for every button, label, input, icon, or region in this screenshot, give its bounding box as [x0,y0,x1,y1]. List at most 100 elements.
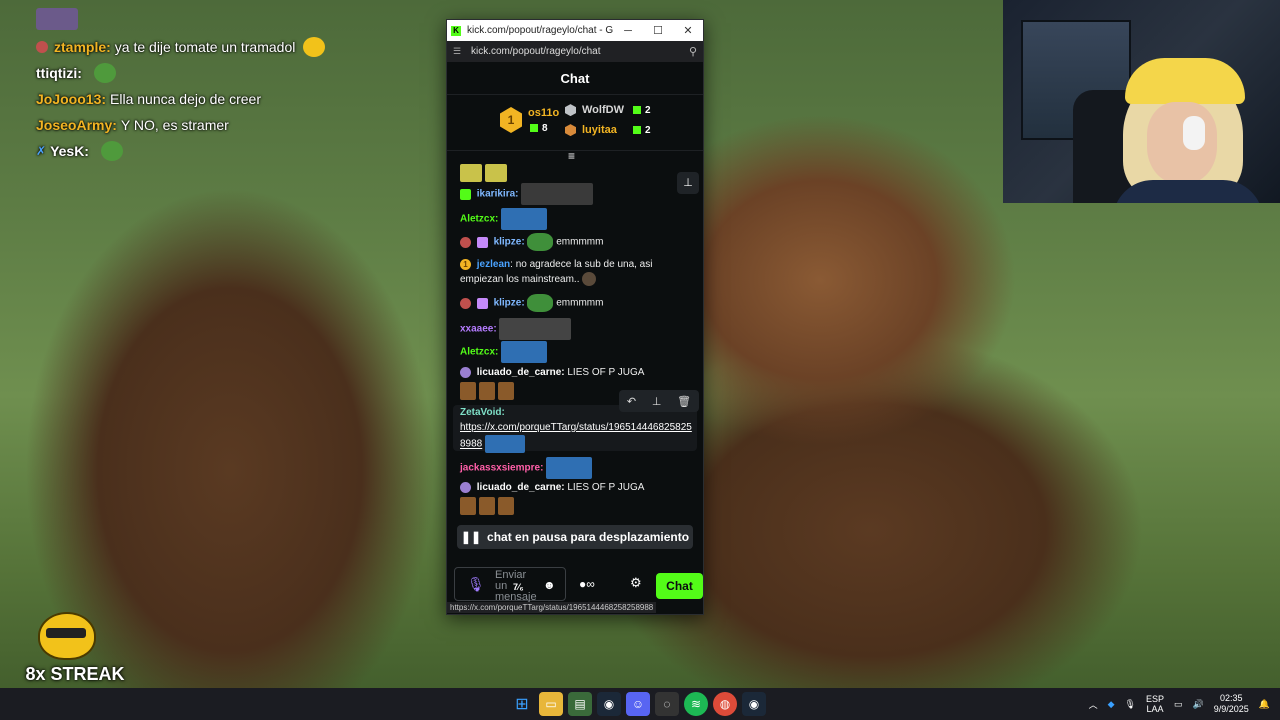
site-settings-icon[interactable]: ☰ [453,46,463,57]
overlay-username: YesK: [50,143,89,159]
chat-message: 1 jezlean: no agradece la sub de una, as… [460,257,692,287]
frog-emote-icon [527,294,554,312]
gift-icon [633,106,641,115]
streak-widget: 8x STREAK [20,612,130,685]
moderator-badge-icon [460,236,471,248]
chat-username[interactable]: licuado_de_carne: [477,482,565,493]
channel-points-icon[interactable]: ●∞ [579,577,595,591]
subscriber-badge-icon [476,236,488,248]
rank-badge-icon: 1 [500,107,522,133]
steam-icon[interactable]: ◉ [597,692,621,716]
file-explorer-icon[interactable]: ▭ [539,692,563,716]
silver-badge-icon [565,104,576,117]
emote-image [460,382,476,400]
chat-input[interactable]: 🎙 Enviar un mensaje 7⁄₆ ☻ [454,567,566,603]
leaderboard-top-count: 8 [530,123,548,134]
chat-text: emmmmm [556,236,604,248]
leaderboard-user[interactable]: luyitaa [565,124,617,137]
windows-start-icon[interactable]: ⊞ [510,692,534,716]
gift-leaderboard: 1 os11o 8 WolfDW 2 luyitaa 2 [447,95,703,151]
leaderboard-user[interactable]: WolfDW [565,104,624,117]
system-tray: ︿ ◆ 🎙 ESP LAA ▭ 🔊 02:35 9/9/2025 🔔 [1089,688,1270,720]
delete-icon[interactable]: 🗑 [677,395,691,408]
maximize-button[interactable]: ☐ [643,24,673,37]
chat-username[interactable]: xxaaee: [460,324,497,335]
zoom-icon[interactable]: ⚲ [689,45,697,58]
taskbar: ⊞ ▭ ▤ ◉ ☺ ◌ ≋ ◍ ◉ ︿ ◆ 🎙 ESP LAA ▭ 🔊 02:3… [0,688,1280,720]
gift-icon [530,124,538,133]
close-button[interactable]: ✕ [673,24,703,37]
rank-badge-icon: 1 [460,258,471,270]
frog-emote-icon [100,141,123,161]
chat-username[interactable]: jackassxsiempre: [460,463,543,474]
emote-image [460,164,482,182]
send-chat-button[interactable]: Chat [656,573,703,599]
chat-message [460,164,692,182]
leaderboard-count: 2 [633,105,651,116]
chat-message: jackassxsiempre: [460,457,692,479]
chat-paused-label: chat en pausa para desplazamiento [487,530,690,544]
minimize-button[interactable]: ─ [613,25,643,37]
emote-image [499,318,572,340]
webcam-feed [1003,0,1280,203]
notification-icon[interactable]: 🔔 [1259,699,1270,710]
emote-image [478,497,495,515]
spotify-icon[interactable]: ≋ [684,692,708,716]
pin-icon[interactable]: ⊥ [677,172,699,194]
verified-badge-icon [460,481,471,493]
app-icon[interactable]: ▤ [568,692,592,716]
app-icon[interactable]: ◌ [655,692,679,716]
gift-badge-icon [460,188,471,200]
discord-icon[interactable]: ☺ [626,692,650,716]
microphone-icon[interactable]: 🎙 [1125,699,1136,710]
chat-text: LIES OF P JUGA [567,482,645,493]
steam-icon[interactable]: ◉ [742,692,766,716]
emote-menu-icon[interactable]: 7⁄₆ [513,582,524,592]
overlay-chat-line: JoseoArmy: Y NO, es stramer [36,112,396,138]
chat-composer: 🎙 Enviar un mensaje 7⁄₆ ☻ ●∞ ⚙ Chat [447,563,703,603]
emote-image [497,382,514,400]
chat-username[interactable]: licuado_de_carne: [477,367,565,378]
url-text[interactable]: kick.com/popout/rageylo/chat [471,46,689,57]
microphone-icon[interactable]: 🎙 [467,576,485,593]
emote-image [36,8,78,30]
leaderboard-top-user[interactable]: os11o [528,107,559,119]
sunglasses-emote-icon [38,612,96,660]
clock[interactable]: 02:35 9/9/2025 [1214,693,1249,715]
verified-badge-icon [460,366,471,378]
tray-app-icon[interactable]: ◆ [1108,699,1115,710]
overlay-message: ya te dije tomate un tramadol [114,39,296,55]
pause-icon: ❚❚ [460,530,482,544]
chat-message: xxaaee: [460,318,692,340]
chat-username[interactable]: Aletzcx: [460,347,498,358]
user-badge-icon [36,41,48,53]
chat-header: Chat [447,62,703,95]
chat-message-list[interactable]: ikarikira: Aletzcx: klipze: emmmmm 1 jez… [447,160,703,530]
settings-gear-icon[interactable]: ⚙ [630,575,642,591]
chat-username[interactable]: Aletzcx: [460,214,498,225]
pin-message-icon[interactable]: ⊥ [652,395,662,408]
window-titlebar[interactable]: K kick.com/popout/rageylo/chat - Google.… [447,20,703,41]
chrome-icon[interactable]: ◍ [713,692,737,716]
chat-username[interactable]: klipze: [494,237,525,248]
chat-username[interactable]: ZetaVoid: [460,407,505,418]
emoji-icon[interactable]: ☻ [543,578,556,592]
volume-icon[interactable]: 🔊 [1193,699,1204,710]
chat-username[interactable]: jezlean [477,259,510,270]
bronze-badge-icon [565,124,576,137]
chat-username[interactable]: klipze: [494,298,525,309]
headset-icon [1183,116,1205,150]
chat-username[interactable]: ikarikira: [477,189,519,200]
language-indicator[interactable]: ESP LAA [1146,694,1164,714]
network-icon[interactable]: ▭ [1174,699,1183,710]
overlay-chat-line: ttiqtizi: [36,60,396,86]
emote-image [497,497,514,515]
address-bar[interactable]: ☰ kick.com/popout/rageylo/chat ⚲ [447,41,703,62]
chat-paused-banner[interactable]: ❚❚ chat en pausa para desplazamiento [457,525,693,549]
reply-icon[interactable]: ↶ [627,395,636,408]
emote-image [582,272,597,287]
chevron-up-icon[interactable]: ︿ [1089,698,1098,711]
overlay-chat-line: JoJooo13: Ella nunca dejo de creer [36,86,396,112]
emote-image [478,382,495,400]
chat-message: ikarikira: [460,183,692,205]
